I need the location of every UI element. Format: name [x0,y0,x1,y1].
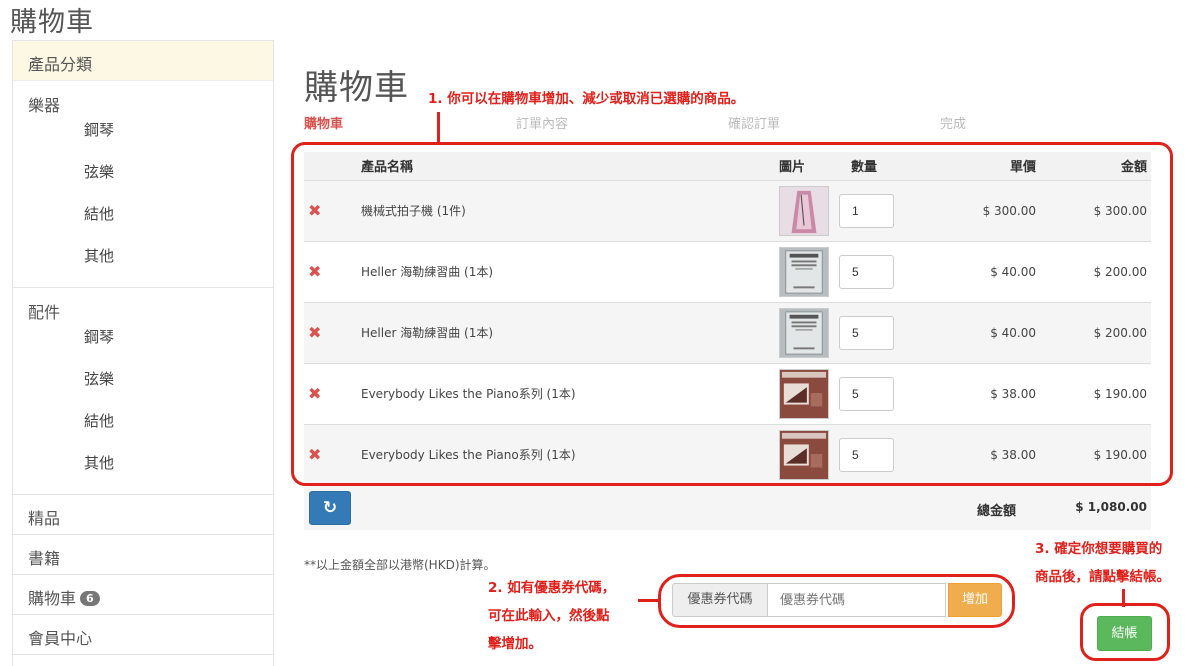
sidebar-item-books[interactable]: 書籍 [13,535,273,575]
refresh-button[interactable]: ↻ [309,491,351,525]
page-title: 購物車 [10,7,94,38]
annotation-3-line: 3. 確定你想要購買的 [1035,541,1163,557]
annotation-2-line: 可在此輸入，然後點 [488,608,610,624]
sidebar-item-other[interactable]: 其他 [13,245,273,287]
checkout-steps: 購物車 訂單內容 確認訂單 完成 [304,113,1154,132]
step-order-details: 訂單內容 [516,117,569,132]
sidebar-item-piano[interactable]: 鋼琴 [13,326,273,368]
annotation-2-outline [658,574,1015,628]
annotation-2-line: 2. 如有優惠券代碼， [488,580,616,596]
sidebar-item-member[interactable]: 會員中心 [13,615,273,655]
cart-count-badge: 6 [80,591,100,606]
annotation-3-line: 商品後，請點擊結帳。 [1035,569,1170,585]
step-confirm: 確認訂單 [728,117,781,132]
annotation-1-outline [291,142,1173,486]
annotation-1: 1. 你可以在購物車增加、減少或取消已選購的商品。 [428,91,745,107]
sidebar-item-gifts[interactable]: 精品 [13,495,273,535]
cart-title: 購物車 [304,68,409,108]
sidebar-item-strings[interactable]: 弦樂 [13,161,273,203]
sidebar-item-guitar[interactable]: 結他 [13,203,273,245]
category-sidebar: 產品分類 樂器 鋼琴 弦樂 結他 其他 配件 鋼琴 弦樂 結他 其他 精品 書籍… [12,40,274,666]
sidebar-heading: 產品分類 [13,41,273,81]
sidebar-item-guitar[interactable]: 結他 [13,410,273,452]
refresh-icon: ↻ [322,498,338,518]
step-cart: 購物車 [304,117,344,132]
sidebar-item-label: 購物車 [28,589,77,608]
sidebar-group-title[interactable]: 樂器 [13,81,273,119]
annotation-2-pointer [638,599,660,602]
annotation-2: 2. 如有優惠券代碼， 可在此輸入，然後點 擊增加。 [488,574,648,658]
currency-note: **以上金額全部以港幣(HKD)計算。 [304,558,496,572]
sidebar-group-title[interactable]: 配件 [13,288,273,326]
sidebar-group-instruments: 樂器 鋼琴 弦樂 結他 其他 [13,81,273,288]
annotation-1-pointer [437,112,440,144]
annotation-2-line: 擊增加。 [488,636,542,652]
sidebar-item-other[interactable]: 其他 [13,452,273,494]
step-complete: 完成 [940,117,967,132]
total-value: $ 1,080.00 [1075,500,1147,514]
sidebar-item-strings[interactable]: 弦樂 [13,368,273,410]
sidebar-item-cart[interactable]: 購物車 6 [13,575,273,615]
sidebar-group-accessories: 配件 鋼琴 弦樂 結他 其他 [13,288,273,495]
sidebar-item-piano[interactable]: 鋼琴 [13,119,273,161]
annotation-3-outline [1080,603,1170,661]
total-row: ↻ 總金額 $ 1,080.00 [304,486,1151,530]
annotation-3: 3. 確定你想要購買的 商品後，請點擊結帳。 [1035,535,1204,591]
total-label: 總金額 [977,504,1017,519]
